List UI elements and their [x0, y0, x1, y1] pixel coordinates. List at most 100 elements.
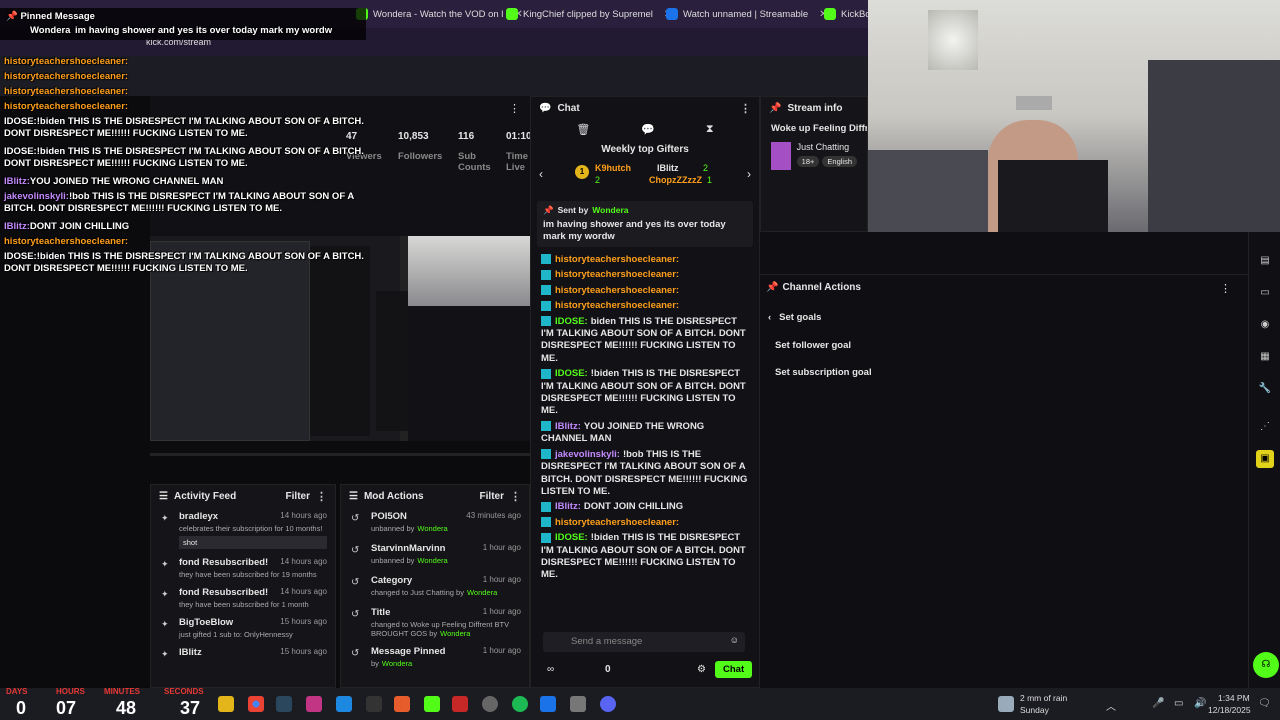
speaker-icon[interactable]: 🔊 — [1194, 698, 1206, 709]
pinned-sent-by: Sent by — [557, 205, 589, 215]
chrome-icon[interactable] — [248, 696, 264, 712]
chat-message[interactable]: historyteachershoecleaner: — [541, 300, 749, 312]
discord-icon[interactable] — [600, 696, 616, 712]
send-chat-button[interactable]: Chat — [715, 661, 753, 678]
activity-time: 14 hours ago — [280, 511, 327, 520]
kebab-icon[interactable]: ⋮ — [510, 490, 521, 503]
mod-action-desc-line: by Wondera — [371, 659, 521, 668]
chat-username[interactable]: jakevolinskyli: — [555, 449, 620, 460]
chat-message[interactable]: IBlitz: YOU JOINED THE WRONG CHANNEL MAN — [541, 421, 749, 446]
chat-username[interactable]: IDOSE: — [555, 368, 588, 379]
share-icon[interactable]: ⋰ — [1256, 418, 1274, 436]
settings-icon[interactable] — [570, 696, 586, 712]
steam-icon[interactable] — [276, 696, 292, 712]
store-icon[interactable]: ▦ — [1256, 348, 1274, 366]
taskbar: DAYS 0 HOURS 07 MINUTES 48 SECONDS 37 2 mm of r… — [0, 687, 1280, 720]
tag: 18+ — [796, 156, 820, 167]
browser-tab[interactable]: KingChief clipped by Supremel✕ — [506, 5, 672, 23]
chat-message[interactable]: historyteachershoecleaner: — [541, 254, 749, 266]
set-subscription-goal[interactable]: Set subscription goal — [775, 367, 872, 378]
chat-username[interactable]: IBlitz: — [555, 421, 581, 432]
kebab-icon[interactable]: ⋮ — [740, 102, 751, 115]
mod-action-desc-line: unbanned by Wondera — [371, 556, 521, 565]
document-icon[interactable]: ▤ — [1256, 252, 1274, 270]
chat-input-placeholder: Send a message — [571, 636, 643, 647]
chat-message-text: DONT JOIN CHILLING — [583, 501, 684, 513]
countdown-label: HOURS — [56, 687, 85, 696]
chat-bubble-icon[interactable]: 💬 — [641, 123, 655, 136]
chat-username[interactable]: historyteachershoecleaner: — [555, 300, 679, 311]
kebab-icon[interactable]: ⋮ — [316, 490, 327, 503]
badge-icon — [541, 254, 551, 265]
trash-icon[interactable]: 🗑 — [576, 123, 590, 136]
mail-icon[interactable] — [540, 696, 556, 712]
wrench-icon[interactable]: 🔧 — [1256, 380, 1274, 398]
mod-action-item: ↺ POI5ON 43 minutes ago unbanned by Wondera — [349, 507, 521, 539]
chevron-up-icon[interactable]: ︿ — [1106, 698, 1116, 713]
chat-icon[interactable]: ▭ — [1256, 284, 1274, 302]
broadcast-icon[interactable]: ◉ — [1256, 316, 1274, 334]
mod-filter-button[interactable]: Filter — [480, 491, 504, 502]
mod-action-by: Wondera — [466, 588, 498, 597]
chat-message[interactable]: historyteachershoecleaner: — [541, 285, 749, 297]
star-icon: ✦ — [161, 649, 169, 659]
star-icon: ✦ — [161, 619, 169, 629]
chat-message[interactable]: historyteachershoecleaner: — [541, 517, 749, 529]
notification-icon[interactable]: 🗨 — [1258, 698, 1271, 709]
kebab-icon[interactable]: ⋮ — [509, 102, 520, 115]
badge-icon — [541, 421, 551, 432]
undo-icon: ↺ — [351, 577, 360, 588]
pinned-user: Wondera — [592, 205, 629, 215]
app-icon[interactable] — [336, 696, 352, 712]
infinity-icon[interactable]: ∞ — [547, 664, 554, 675]
webcam-feed — [868, 0, 1280, 232]
instagram-icon[interactable] — [306, 696, 322, 712]
chat-username[interactable]: IDOSE: — [555, 532, 588, 543]
chat-username[interactable]: historyteachershoecleaner: — [555, 517, 679, 528]
microphone-icon[interactable]: 🎤 — [1152, 698, 1164, 709]
address-bar[interactable]: kick.com/stream — [0, 28, 868, 56]
kick-icon[interactable] — [424, 696, 440, 712]
chat-message[interactable]: IBlitz: DONT JOIN CHILLING — [541, 501, 749, 513]
chat-username[interactable]: historyteachershoecleaner: — [555, 269, 679, 280]
chat-username[interactable]: historyteachershoecleaner: — [555, 254, 679, 265]
network-icon[interactable]: ▭ — [1174, 698, 1183, 709]
chat-username[interactable]: IBlitz: — [555, 501, 581, 512]
activity-filter-button[interactable]: Filter — [286, 491, 310, 502]
support-icon[interactable]: ☊ — [1253, 652, 1279, 678]
kebab-icon[interactable]: ⋮ — [1220, 282, 1231, 295]
chat-message[interactable]: historyteachershoecleaner: — [541, 269, 749, 281]
voice-icon[interactable] — [452, 696, 468, 712]
chat-message[interactable]: IDOSE: !biden THIS IS THE DISRESPECT I'M … — [541, 368, 749, 418]
hourglass-icon[interactable]: ⧗ — [706, 123, 714, 136]
badge-icon — [541, 300, 551, 311]
browser-tab[interactable]: KickBot — [824, 5, 873, 23]
chat-message[interactable]: IDOSE: !biden THIS IS THE DISRESPECT I'M … — [541, 532, 749, 582]
firefox-icon[interactable] — [394, 696, 410, 712]
chat-message[interactable]: IDOSE: biden THIS IS THE DISRESPECT I'M T… — [541, 316, 749, 366]
chat-username[interactable]: IDOSE: — [555, 316, 588, 327]
chat-input[interactable]: Send a message ☺ — [543, 632, 745, 652]
clapper-icon[interactable]: ▣ — [1256, 450, 1274, 468]
set-goals-back[interactable]: ‹ Set goals — [768, 312, 821, 323]
chevron-left-icon[interactable]: ‹ — [539, 167, 543, 181]
browser-tab[interactable]: Watch unnamed | Streamable✕ — [666, 5, 828, 23]
chat-username[interactable]: historyteachershoecleaner: — [555, 285, 679, 296]
terminal-icon[interactable] — [366, 696, 382, 712]
emoji-icon[interactable]: ☺ — [730, 635, 739, 645]
chat-message[interactable]: jakevolinskyli: !bob THIS IS THE DISRESPE… — [541, 449, 749, 499]
activity-title: Activity Feed — [173, 490, 237, 502]
browser-tab[interactable]: Wondera - Watch the VOD on l ✕ — [356, 5, 523, 23]
pin-icon: 📌 — [766, 282, 779, 293]
set-follower-goal[interactable]: Set follower goal — [775, 340, 851, 351]
stream-preview[interactable] — [150, 236, 530, 456]
activity-time: 15 hours ago — [280, 647, 327, 656]
folder-icon[interactable] — [218, 696, 234, 712]
chevron-right-icon[interactable]: › — [747, 167, 751, 181]
stats-panel: ⋮ 47 10,853 116 01:10 Viewers Followers … — [150, 96, 532, 236]
settings-icon[interactable]: ⚙ — [697, 664, 706, 675]
spotify-icon[interactable] — [512, 696, 528, 712]
stream-title: Woke up Feeling Diffrent — [771, 123, 867, 134]
obs-icon[interactable] — [482, 696, 498, 712]
followers-value: 10,853 — [398, 131, 429, 142]
